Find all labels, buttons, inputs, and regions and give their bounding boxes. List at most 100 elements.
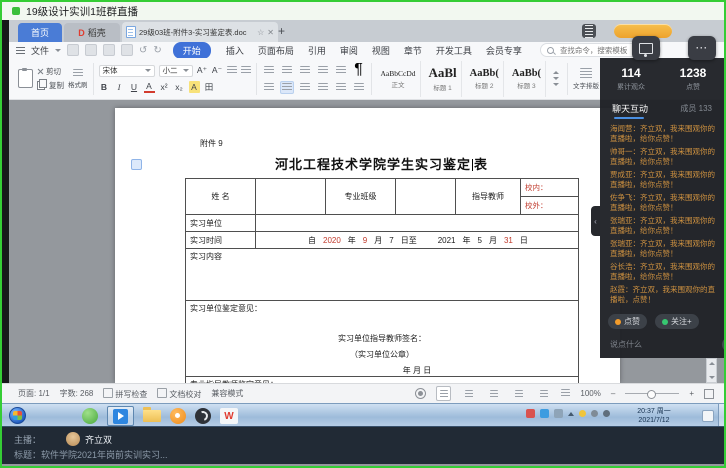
main-menu-icon[interactable]	[16, 47, 25, 54]
cell-content[interactable]: 实习内容	[186, 249, 579, 301]
web-view-icon[interactable]	[486, 386, 501, 401]
taskbar-active-app[interactable]	[107, 406, 134, 426]
cell-outside-label[interactable]: 校外：	[521, 197, 578, 214]
paste-icon[interactable]	[18, 69, 33, 88]
align-center-icon[interactable]	[280, 81, 294, 94]
cell-major-label[interactable]: 专业班级	[326, 179, 396, 215]
paste-options-icon[interactable]	[131, 159, 142, 170]
fit-page-icon[interactable]	[561, 389, 570, 398]
increase-indent-icon[interactable]	[334, 64, 348, 77]
bold-button[interactable]: B	[99, 81, 110, 93]
line-spacing-icon[interactable]	[334, 81, 348, 94]
scroll-up-icon[interactable]	[709, 362, 715, 365]
tab-docer[interactable]: D 稻壳	[64, 23, 120, 42]
page-view-icon[interactable]	[436, 386, 451, 401]
zoom-level[interactable]: 100%	[580, 389, 600, 398]
cell-major-value[interactable]	[396, 179, 456, 215]
panel-collapse-handle[interactable]: ‹	[591, 206, 600, 236]
explorer-folder-icon[interactable]	[143, 410, 161, 422]
ink-view-icon[interactable]	[536, 386, 551, 401]
justify-icon[interactable]	[316, 81, 330, 94]
style-normal[interactable]: AaBbCcDd 正文	[377, 61, 421, 97]
output-icon[interactable]	[85, 44, 97, 56]
ribbon-tab-member[interactable]: 会员专享	[486, 44, 522, 57]
volume-icon[interactable]	[603, 410, 610, 417]
ribbon-tab-devtools[interactable]: 开发工具	[436, 44, 472, 57]
style-heading2[interactable]: AaBb( 标题 2	[466, 61, 504, 97]
numbered-list-icon[interactable]	[280, 64, 294, 77]
fullscreen-icon[interactable]	[704, 389, 714, 399]
swirl-app-icon[interactable]	[195, 408, 211, 424]
taskbar-clock[interactable]: 20:37 周一 2021/7/12	[628, 407, 680, 425]
ribbon-tab-references[interactable]: 引用	[308, 44, 326, 57]
chat-input[interactable]	[608, 339, 722, 350]
highlight-button[interactable]: A	[189, 81, 200, 93]
cell-unit-opinion[interactable]: 实习单位鉴定意见： 实习单位指导教师签名： （实习单位公章） 年 月 日	[186, 301, 579, 377]
vertical-scrollbar[interactable]	[706, 358, 717, 383]
cell-inside-label[interactable]: 校内：	[521, 179, 578, 197]
like-button[interactable]: 点赞	[608, 314, 647, 329]
document-page[interactable]: 附件 9 河北工程技术学院学生实习鉴定表 姓 名 专业班级 指导教师 校内： 校…	[115, 108, 620, 383]
paragraph-mark-icon[interactable]: ¶	[352, 64, 366, 77]
print-preview-icon[interactable]	[121, 44, 133, 56]
scroll-down-icon[interactable]	[709, 376, 715, 379]
save-icon[interactable]	[67, 44, 79, 56]
font-color-button[interactable]: A	[144, 81, 155, 93]
cut-button[interactable]: 剪切	[37, 66, 64, 77]
clear-format-icon[interactable]	[227, 66, 237, 75]
tray-icon-red[interactable]	[526, 409, 535, 418]
share-screen-button[interactable]	[632, 36, 660, 60]
cell-unit-value[interactable]	[256, 215, 579, 232]
print-icon[interactable]	[103, 44, 115, 56]
star-icon[interactable]: ☆	[257, 28, 264, 37]
tray-icon-blue[interactable]	[540, 409, 549, 418]
tray-cloud-icon[interactable]	[554, 409, 563, 418]
reading-mode-icon[interactable]	[582, 24, 596, 38]
send-button[interactable]	[722, 337, 726, 352]
font-name-select[interactable]: 宋体	[99, 65, 155, 77]
format-painter-button[interactable]: 格式刷	[68, 69, 88, 89]
show-desktop-button[interactable]	[718, 404, 725, 426]
cell-advisor-label[interactable]: 指导教师	[456, 179, 521, 215]
align-right-icon[interactable]	[298, 81, 312, 94]
undo-icon[interactable]: ↺	[139, 45, 147, 56]
zoom-slider-thumb[interactable]	[647, 390, 656, 399]
close-tab-icon[interactable]: ✕	[267, 28, 274, 37]
phonetic-guide-icon[interactable]	[241, 66, 251, 75]
proofing-toggle[interactable]: 文档校对	[157, 388, 201, 400]
tab-home[interactable]: 首页	[18, 23, 62, 42]
ribbon-tab-view[interactable]: 视图	[372, 44, 390, 57]
style-heading1[interactable]: AaBl 标题 1	[425, 61, 462, 97]
tab-document[interactable]: 29级03班-附件3-实习鉴定表.doc ☆ ✕	[122, 22, 278, 42]
new-tab-button[interactable]: +	[278, 24, 285, 38]
style-heading3[interactable]: AaBb( 标题 3	[508, 61, 546, 97]
superscript-button[interactable]: x²	[159, 81, 170, 93]
wps-icon[interactable]: W	[220, 408, 238, 424]
spell-check-toggle[interactable]: 拼写检查	[103, 388, 147, 400]
chat-message-list[interactable]: 海闻营：齐立双，我来围观你的直播啦，给你点赞！ 帅哥一：齐立双，我来围观你的直播…	[610, 124, 716, 310]
text-layout-button[interactable]: 文字排版	[573, 68, 599, 90]
font-size-select[interactable]: 小二	[159, 65, 193, 77]
subscript-button[interactable]: x₂	[174, 81, 185, 93]
zoom-in-button[interactable]: +	[689, 389, 694, 398]
more-options-button[interactable]: ···	[688, 36, 716, 60]
start-button[interactable]	[9, 407, 26, 424]
network-icon[interactable]	[591, 410, 598, 417]
taskbar-browser-icon[interactable]	[82, 408, 98, 424]
multilevel-list-icon[interactable]	[298, 64, 312, 77]
grow-font-button[interactable]: A⁺	[197, 65, 208, 77]
outline-view-icon[interactable]	[461, 386, 476, 401]
tray-icon-yellow[interactable]	[579, 410, 586, 417]
ribbon-tab-layout[interactable]: 页面布局	[258, 44, 294, 57]
cell-unit-label[interactable]: 实习单位	[186, 215, 256, 232]
read-view-icon[interactable]	[511, 386, 526, 401]
zoom-slider[interactable]	[625, 393, 679, 394]
bullet-list-icon[interactable]	[262, 64, 276, 77]
decrease-indent-icon[interactable]	[316, 64, 330, 77]
zoom-out-button[interactable]: –	[611, 389, 615, 398]
italic-button[interactable]: I	[114, 81, 125, 93]
shading-icon[interactable]	[352, 81, 366, 94]
cell-time-label[interactable]: 实习时间	[186, 232, 256, 249]
border-button[interactable]: 田	[204, 81, 215, 93]
tab-chat-interaction[interactable]: 聊天互动	[612, 102, 648, 115]
